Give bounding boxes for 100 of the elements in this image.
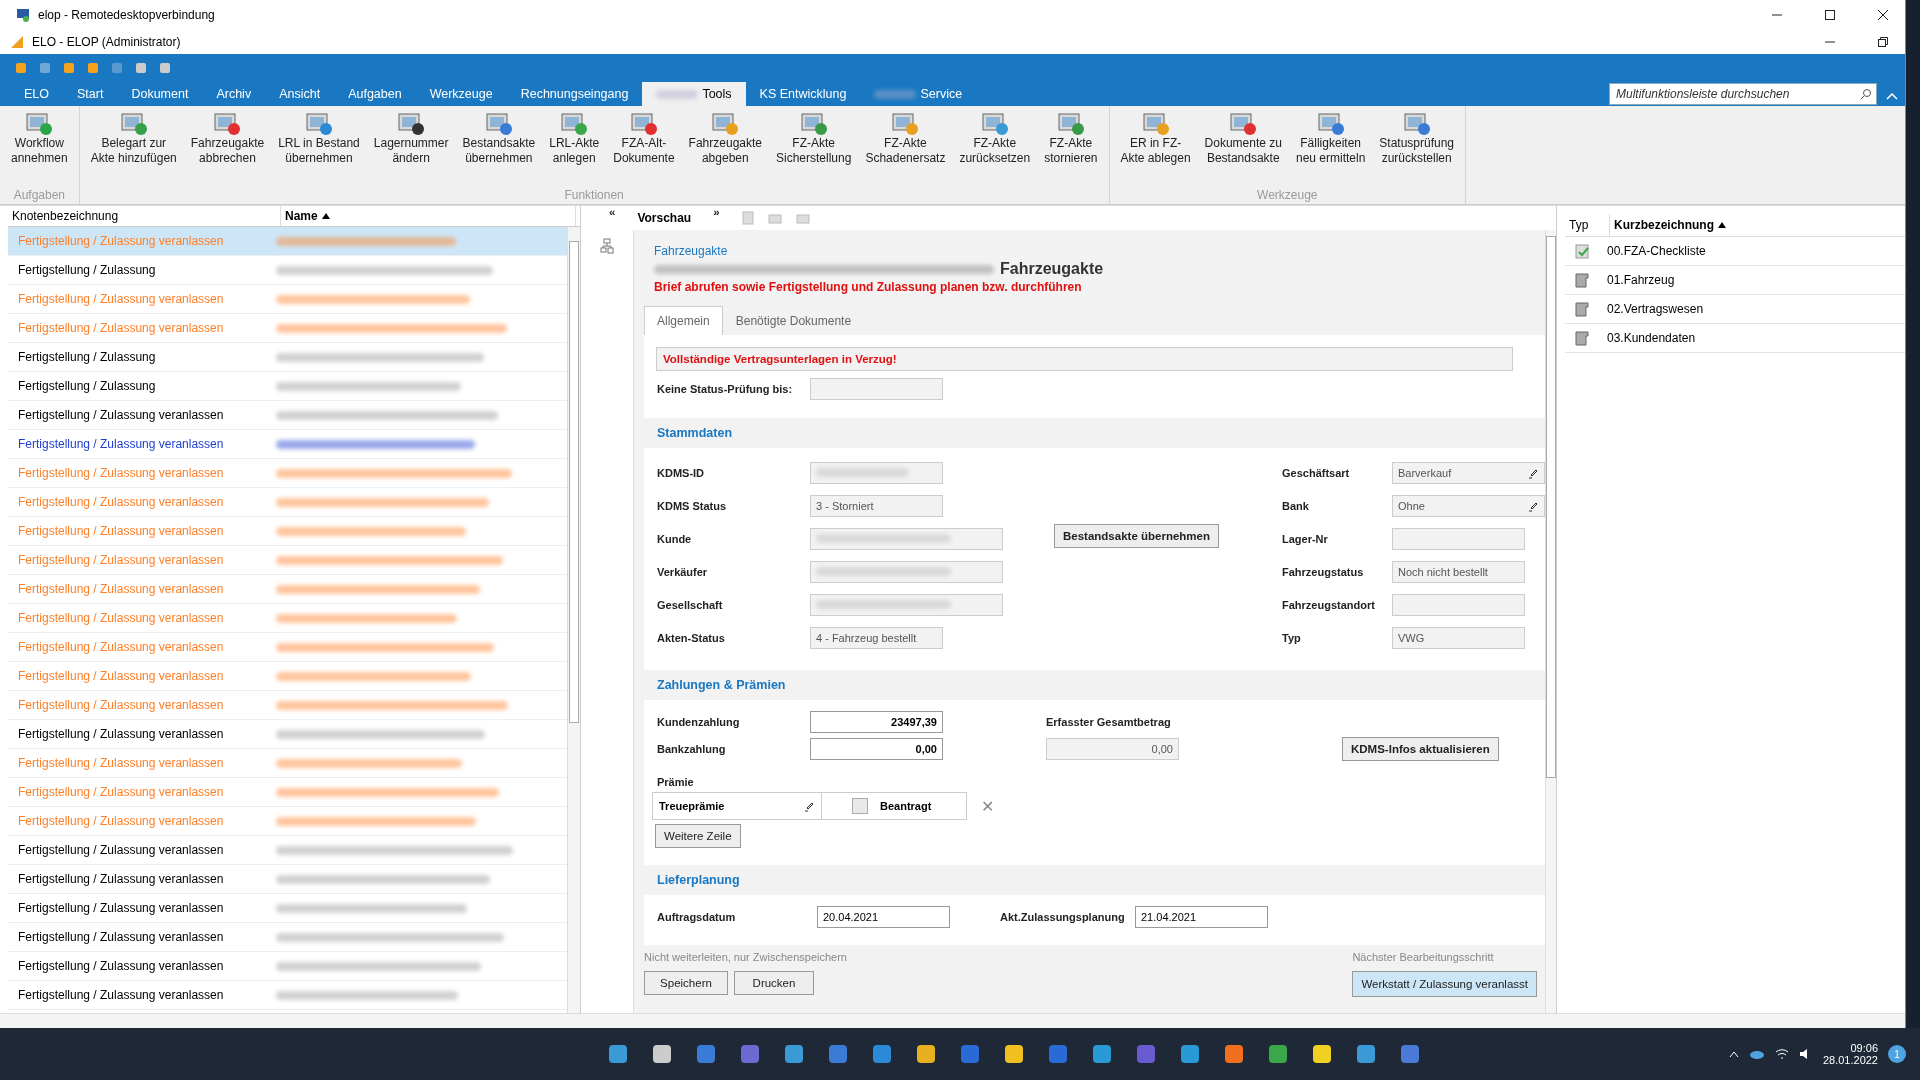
input-field[interactable]: VWG <box>1392 626 1525 649</box>
input-field[interactable]: 4 - Fahrzeug bestellt <box>810 626 943 649</box>
collapse-button[interactable]: « <box>601 206 624 230</box>
app-icon[interactable] <box>1355 1043 1378 1065</box>
ribbon-button[interactable]: Fahrzeugakte abbrechen <box>183 106 272 188</box>
ribbon-button[interactable]: FZ-Akte Schadenersatz <box>858 106 953 188</box>
toolbar-icon[interactable] <box>62 61 76 75</box>
document-row[interactable]: 00.FZA-Checkliste <box>1565 237 1905 266</box>
chevron-up-icon[interactable] <box>1728 1050 1739 1058</box>
toolbar-icon[interactable] <box>14 61 28 75</box>
expand-button[interactable]: » <box>705 206 728 230</box>
bestandsakte-button[interactable]: Bestandsakte übernehmen <box>1054 523 1219 548</box>
structure-icon[interactable] <box>600 238 614 254</box>
app-icon[interactable] <box>1003 1043 1026 1065</box>
clock-date[interactable]: 28.01.2022 <box>1822 1054 1878 1066</box>
warning-banner: Vollständige Vertragsunterlagen in Verzug! <box>656 347 1513 371</box>
column-header[interactable]: Kurzbezeichnung <box>1610 214 1834 236</box>
clock-time[interactable]: 09:06 <box>1850 1042 1878 1054</box>
scrollbar-thumb[interactable] <box>569 241 579 723</box>
breadcrumb-link[interactable]: Fahrzeugakte <box>654 244 1535 258</box>
form-tab[interactable]: Allgemein <box>644 306 723 335</box>
app-icon[interactable] <box>871 1043 894 1065</box>
input-field[interactable] <box>810 461 943 484</box>
ribbon-tab[interactable]: Dokument <box>117 82 203 106</box>
search-field[interactable]: Multifunktionsleiste durchsuchen <box>1614 86 1860 102</box>
ribbon-tab[interactable]: Service <box>860 82 977 106</box>
kdms-update-button[interactable]: KDMS-Infos aktualisieren <box>1342 736 1499 761</box>
wifi-icon[interactable] <box>1774 1048 1789 1060</box>
app-icon[interactable] <box>783 1043 806 1065</box>
footer-button[interactable]: Drucken <box>734 971 814 995</box>
ribbon-tab[interactable]: Aufgaben <box>334 82 416 106</box>
app-icon[interactable] <box>915 1043 938 1065</box>
input-field[interactable] <box>810 377 943 400</box>
pencil-icon[interactable] <box>803 800 815 812</box>
document-row[interactable]: 02.Vertragswesen <box>1565 295 1905 324</box>
remove-button[interactable]: ✕ <box>975 795 1000 817</box>
ribbon-button[interactable]: FZA-Alt- Dokumente <box>606 106 682 188</box>
add-row-button[interactable]: Weitere Zeile <box>655 823 741 848</box>
ribbon-button[interactable]: FZ-Akte zurücksetzen <box>952 106 1038 188</box>
horizontal-scrollbar[interactable] <box>0 1013 1905 1028</box>
toolbar-icon[interactable] <box>86 61 100 75</box>
next-step-button[interactable]: Werkstatt / Zulassung veranlasst <box>1352 971 1537 997</box>
input-field[interactable] <box>1392 527 1525 550</box>
beantragt-checkbox[interactable]: Beantragt <box>822 793 932 819</box>
input-field[interactable]: Barverkauf <box>1392 461 1545 484</box>
ribbon-tab[interactable]: Tools <box>642 82 746 106</box>
input-field[interactable] <box>810 527 1003 550</box>
scrollbar-thumb[interactable] <box>1546 236 1556 778</box>
ribbon-button[interactable]: FZ-Akte stornieren <box>1037 106 1105 188</box>
maximize-icon[interactable] <box>1823 9 1836 21</box>
input-field[interactable]: Noch nicht bestellt <box>1392 560 1525 583</box>
ribbon-button[interactable]: LRL in Bestand übernehmen <box>271 106 367 188</box>
column-header[interactable]: Name <box>281 206 576 226</box>
date-field[interactable]: 21.04.2021 <box>1135 905 1268 928</box>
input-field[interactable]: 23497,39 <box>810 710 943 733</box>
app-icon[interactable] <box>1223 1043 1246 1065</box>
app-icon[interactable] <box>1179 1043 1202 1065</box>
ribbon-button[interactable]: FZ-Akte Sicherstellung <box>769 106 859 188</box>
ribbon-tab[interactable]: ELO <box>10 82 63 106</box>
ribbon-button[interactable]: ER in FZ- Akte ablegen <box>1113 106 1198 188</box>
app-icon[interactable] <box>1091 1043 1114 1065</box>
toolbar-icon[interactable] <box>134 61 148 75</box>
ribbon-button[interactable]: Statusprüfung zurückstellen <box>1372 106 1462 188</box>
restore-icon[interactable] <box>1876 36 1889 48</box>
search-bar[interactable]: Multifunktionsleiste durchsuchen <box>1609 83 1877 105</box>
cloud-icon[interactable] <box>1748 1049 1765 1059</box>
ribbon-tab[interactable]: Archiv <box>202 82 266 106</box>
app-icon[interactable] <box>1267 1043 1290 1065</box>
ribbon-tab[interactable]: Ansicht <box>265 82 335 106</box>
ribbon-button[interactable]: Bestandsakte übernehmen <box>455 106 543 188</box>
input-field[interactable] <box>810 593 1003 616</box>
ribbon-tab[interactable]: Rechnungseingang <box>506 82 643 106</box>
ribbon-button[interactable]: Fälligkeiten neu ermitteln <box>1288 106 1373 188</box>
ribbon-button[interactable]: Workflow annehmen <box>4 106 75 188</box>
input-field[interactable] <box>810 560 1003 583</box>
ribbon-button[interactable]: LRL-Akte anlegen <box>542 106 607 188</box>
ribbon-tab[interactable]: Werkzeuge <box>415 82 507 106</box>
document-row[interactable]: 03.Kundendaten <box>1565 324 1905 353</box>
close-icon[interactable] <box>1876 9 1889 21</box>
input-field[interactable]: 0,00 <box>810 737 943 760</box>
ribbon-button[interactable]: Lagernummer ändern <box>366 106 456 188</box>
app-icon[interactable] <box>1311 1043 1334 1065</box>
date-field[interactable]: 20.04.2021 <box>817 905 950 928</box>
app-icon[interactable] <box>651 1043 674 1065</box>
column-header[interactable]: Typ <box>1565 214 1610 236</box>
ribbon-button[interactable]: Dokumente zu Bestandsakte <box>1197 106 1289 188</box>
input-field[interactable]: Ohne <box>1392 494 1545 517</box>
column-header[interactable]: Knotenbezeichnung <box>8 206 281 226</box>
app-icon[interactable] <box>607 1043 630 1065</box>
document-row[interactable]: 01.Fahrzeug <box>1565 266 1905 295</box>
ribbon-tab[interactable]: KS Entwicklung <box>745 82 861 106</box>
footer-button[interactable]: Speichern <box>644 971 728 995</box>
ribbon-button[interactable]: Fahrzeugakte abgeben <box>681 106 769 188</box>
toolbar-icon[interactable] <box>158 61 172 75</box>
ribbon-tab[interactable]: Start <box>63 82 118 106</box>
input-field[interactable]: 3 - Storniert <box>810 494 943 517</box>
form-tab[interactable]: Benötigte Dokumente <box>722 306 865 335</box>
search-icon[interactable] <box>1860 88 1872 100</box>
input-field[interactable] <box>1392 593 1525 616</box>
ribbon-button[interactable]: Belegart zur Akte hinzufügen <box>83 106 184 188</box>
